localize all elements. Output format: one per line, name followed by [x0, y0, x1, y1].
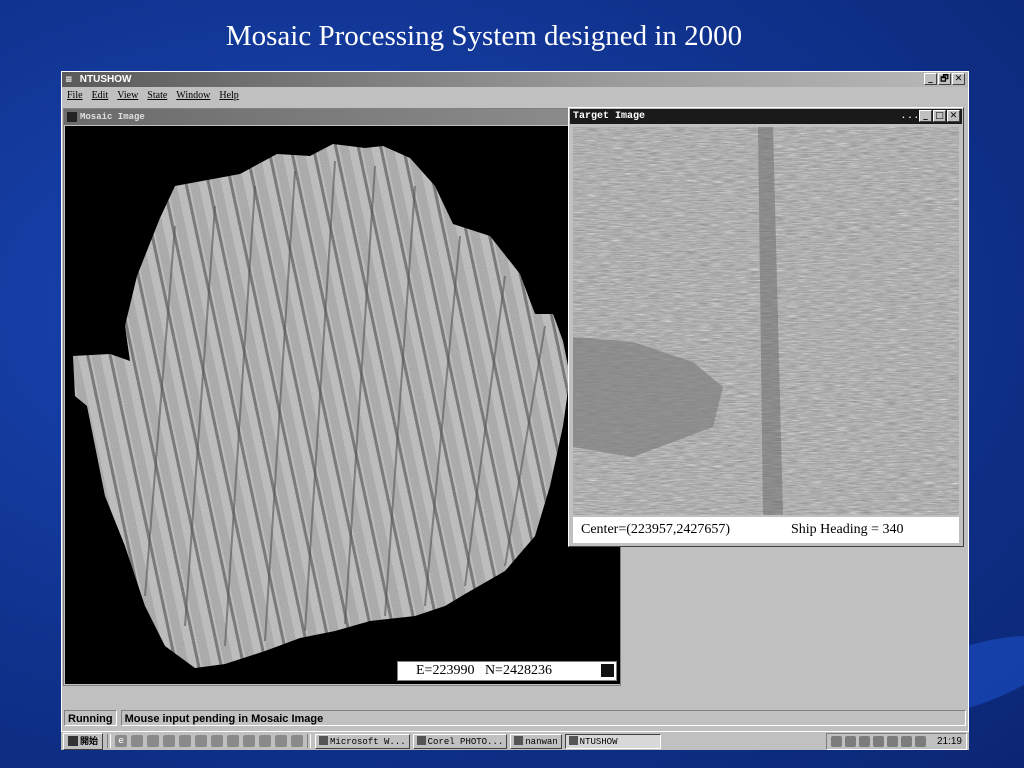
- task-nanwan[interactable]: nanwan: [510, 733, 562, 749]
- word-icon: [319, 735, 329, 745]
- ie-icon[interactable]: e: [115, 735, 128, 747]
- slide-title: Mosaic Processing System designed in 200…: [225, 20, 743, 52]
- status-message: Mouse input pending in Mosaic Image: [120, 710, 966, 726]
- outlook-icon[interactable]: [131, 735, 144, 747]
- taskbar-separator: [107, 734, 112, 748]
- app-status-bar: Running Mouse input pending in Mosaic Im…: [62, 709, 968, 727]
- start-label: 開始: [80, 735, 99, 746]
- mosaic-image-window[interactable]: Mosaic Image E=223990 N=2428236: [63, 108, 621, 686]
- target-image-window[interactable]: Target Image ... _ □ ✕ Center=(223957,24…: [568, 107, 964, 547]
- mosaic-coordinates: E=223990 N=2428236: [416, 663, 552, 678]
- menu-window[interactable]: Window: [176, 87, 210, 105]
- folder-icon: [514, 735, 524, 745]
- mosaic-window-icon: [67, 112, 77, 122]
- target-sonar-image[interactable]: [573, 127, 959, 515]
- status-state: Running: [64, 710, 117, 726]
- app-titlebar[interactable]: ≡ NTUSHOW _ 🗗 ✕: [62, 72, 968, 87]
- target-center-coords: Center=(223957,2427657): [581, 522, 731, 537]
- ship-heading: Ship Heading = 340: [791, 522, 904, 537]
- restore-button[interactable]: 🗗: [938, 73, 951, 85]
- app-icon[interactable]: [275, 735, 288, 747]
- mosaic-image-canvas[interactable]: E=223990 N=2428236: [65, 126, 620, 684]
- app-icon[interactable]: [291, 735, 304, 747]
- target-window-titlebar[interactable]: Target Image ... _ □ ✕: [570, 109, 962, 124]
- system-tray: 21:19: [825, 732, 967, 750]
- app-icon[interactable]: [195, 735, 208, 747]
- target-minimize-button[interactable]: _: [919, 110, 932, 122]
- target-status-bar: Center=(223957,2427657) Ship Heading = 3…: [573, 517, 959, 543]
- menu-edit[interactable]: Edit: [92, 87, 109, 105]
- target-window-title: Target Image: [573, 111, 646, 122]
- menu-file[interactable]: File: [67, 87, 83, 105]
- sonar-mosaic-image[interactable]: [65, 126, 620, 684]
- task-label: nanwan: [525, 736, 558, 747]
- tray-icon[interactable]: [886, 735, 898, 747]
- app-icon[interactable]: [259, 735, 272, 747]
- corel-icon: [416, 735, 426, 745]
- app-system-menu-icon[interactable]: ≡: [62, 73, 77, 88]
- media-icon[interactable]: [163, 735, 176, 747]
- app-icon[interactable]: [211, 735, 224, 747]
- tray-icon[interactable]: [844, 735, 856, 747]
- color-swatch: [601, 664, 614, 677]
- desktop-icon[interactable]: [147, 735, 160, 747]
- ntushow-icon: [568, 735, 578, 745]
- task-label: Microsoft W...: [330, 736, 406, 747]
- app-icon[interactable]: [243, 735, 256, 747]
- task-label: NTUSHOW: [579, 736, 618, 747]
- minimize-button[interactable]: _: [924, 73, 937, 85]
- menubar: File Edit View State Window Help: [62, 87, 968, 105]
- ime-icon[interactable]: [914, 735, 926, 747]
- windows-logo-icon: [68, 736, 78, 746]
- start-button[interactable]: 開始: [63, 732, 104, 750]
- menu-help[interactable]: Help: [219, 87, 238, 105]
- taskbar-separator: [307, 734, 312, 748]
- windows-taskbar: 開始 e Microsoft W... Corel PHOTO... nanwa…: [61, 731, 969, 750]
- volume-icon[interactable]: [858, 735, 870, 747]
- app-icon[interactable]: [227, 735, 240, 747]
- tray-icon[interactable]: [900, 735, 912, 747]
- target-maximize-button[interactable]: □: [933, 110, 946, 122]
- mosaic-texture: [73, 144, 570, 668]
- task-label: Corel PHOTO...: [427, 736, 504, 747]
- target-close-button[interactable]: ✕: [947, 110, 960, 122]
- tray-icon[interactable]: [830, 735, 842, 747]
- app-icon[interactable]: [179, 735, 192, 747]
- menu-state[interactable]: State: [147, 87, 167, 105]
- mosaic-window-titlebar[interactable]: Mosaic Image: [64, 109, 620, 125]
- app-title: NTUSHOW: [79, 74, 132, 85]
- task-microsoft-word[interactable]: Microsoft W...: [315, 733, 410, 749]
- taskbar-clock[interactable]: 21:19: [929, 736, 962, 747]
- menu-view[interactable]: View: [117, 87, 138, 105]
- mosaic-window-title: Mosaic Image: [80, 112, 145, 122]
- quick-launch: e: [115, 735, 304, 747]
- target-window-dots: ...: [900, 111, 920, 121]
- task-ntushow[interactable]: NTUSHOW: [564, 733, 661, 749]
- tray-icon[interactable]: [872, 735, 884, 747]
- task-corel-photo[interactable]: Corel PHOTO...: [412, 733, 508, 749]
- mosaic-coordinate-readout: E=223990 N=2428236: [397, 661, 617, 681]
- target-image-canvas[interactable]: [573, 127, 959, 515]
- close-button[interactable]: ✕: [952, 73, 965, 85]
- ntushow-app-window[interactable]: ≡ NTUSHOW _ 🗗 ✕ File Edit View State Win…: [61, 71, 969, 748]
